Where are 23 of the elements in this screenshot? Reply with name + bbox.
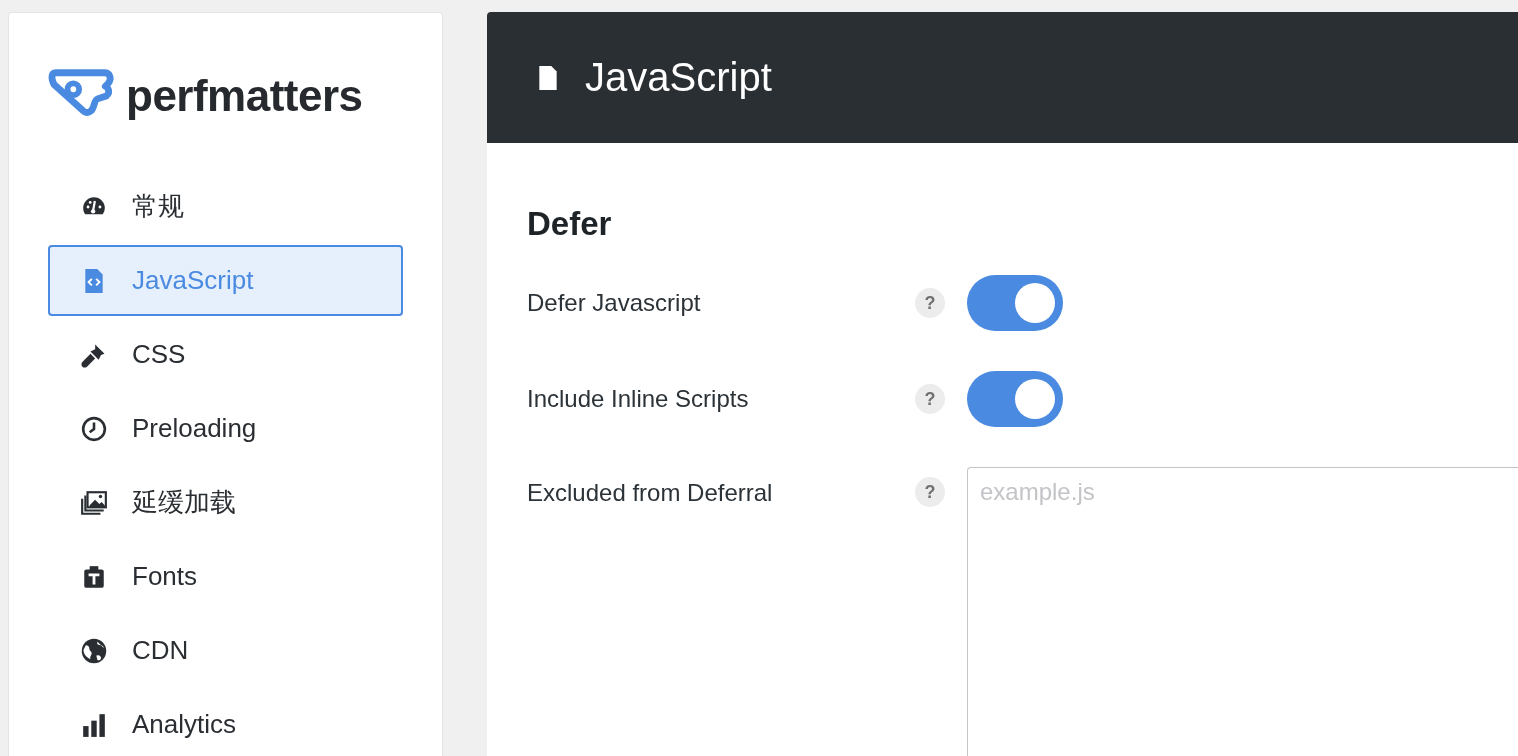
clock-icon [80, 415, 108, 442]
sidebar-item[interactable]: Fonts [48, 541, 403, 612]
toggle-switch[interactable] [967, 275, 1063, 331]
sidebar-item[interactable]: Analytics [48, 689, 403, 756]
sidebar-item[interactable]: CDN [48, 615, 403, 686]
globe-icon [80, 636, 108, 665]
toggle-switch[interactable] [967, 371, 1063, 427]
setting-label: Defer Javascript [527, 289, 702, 317]
images-icon [80, 489, 108, 516]
logo-wordmark: perfmatters [126, 71, 363, 121]
sidebar-item[interactable]: CSS [48, 319, 403, 390]
sidebar-item[interactable]: 延缓加载 [48, 467, 403, 538]
bar-chart-icon [80, 711, 108, 738]
sidebar-item[interactable]: 常规 [48, 171, 403, 242]
sidebar-item[interactable]: Preloading [48, 393, 403, 464]
page-title: JavaScript [585, 55, 772, 100]
help-button[interactable]: ? [915, 384, 945, 414]
help-button[interactable]: ? [915, 477, 945, 507]
section-heading: Defer [527, 205, 613, 243]
setting-label: Excluded from Deferral [527, 478, 774, 507]
text-area-field[interactable]: example.js [967, 467, 1518, 756]
help-button[interactable]: ? [915, 288, 945, 318]
setting-label: Include Inline Scripts [527, 385, 750, 413]
